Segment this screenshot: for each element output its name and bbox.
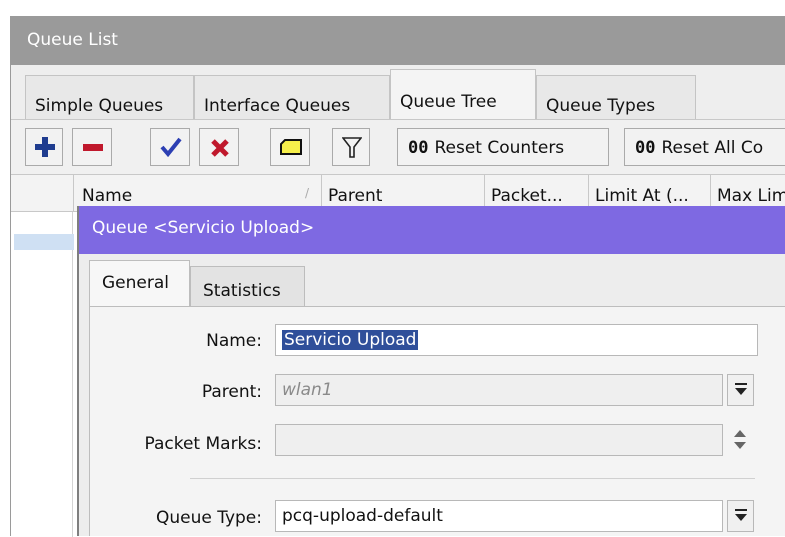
add-button[interactable]: [25, 128, 63, 166]
row-gutter: [11, 212, 73, 537]
parent-label: Parent:: [201, 382, 262, 402]
dialog-title-bar[interactable]: Queue <Servicio Upload>: [79, 206, 785, 254]
name-value: Servicio Upload: [282, 330, 419, 350]
window-title: Queue List: [27, 30, 118, 50]
parent-value: wlan1: [282, 380, 333, 400]
queue-type-dropdown-button[interactable]: [727, 500, 754, 532]
window-title-bar[interactable]: Queue List: [11, 17, 785, 65]
tab-queue-types[interactable]: Queue Types: [536, 75, 696, 119]
tab-label: Queue Types: [546, 96, 656, 116]
filter-button[interactable]: [332, 128, 370, 166]
column-label: Max Lim: [717, 186, 785, 206]
x-icon: [211, 139, 229, 157]
parent-dropdown-button[interactable]: [727, 374, 754, 406]
tab-interface-queues[interactable]: Interface Queues: [194, 75, 390, 119]
up-down-icon: [734, 430, 746, 449]
remove-icon: [83, 144, 103, 151]
remove-button[interactable]: [72, 128, 112, 166]
column-label: Packet...: [491, 186, 563, 206]
packet-marks-spinner[interactable]: [732, 428, 748, 452]
reset-counters-label: Reset Counters: [434, 138, 565, 158]
tab-label: Interface Queues: [204, 96, 351, 116]
selected-row-highlight[interactable]: [14, 234, 74, 250]
reset-counters-button[interactable]: 00 Reset Counters: [397, 128, 609, 166]
parent-field[interactable]: wlan1: [275, 374, 723, 406]
dropdown-icon: [735, 383, 747, 395]
sort-indicator: /: [305, 186, 310, 200]
tab-statistics[interactable]: Statistics: [190, 266, 305, 306]
tab-label: Queue Tree: [400, 92, 497, 112]
column-label: Limit At (...: [595, 186, 689, 206]
column-label: Name: [82, 186, 133, 206]
column-blank: [11, 175, 73, 212]
filter-icon: [342, 137, 362, 158]
reset-counters-prefix: 00: [408, 138, 429, 158]
add-icon: [35, 137, 55, 157]
name-field[interactable]: Servicio Upload: [275, 324, 758, 356]
tab-queue-tree[interactable]: Queue Tree: [390, 69, 536, 119]
queue-type-label: Queue Type:: [155, 508, 262, 528]
reset-all-prefix: 00: [635, 138, 656, 158]
column-label: Parent: [328, 186, 383, 206]
name-label: Name:: [206, 331, 262, 351]
tab-label: General: [102, 273, 169, 293]
dialog-title: Queue <Servicio Upload>: [92, 218, 315, 238]
dropdown-icon: [735, 509, 747, 521]
toolbar: 00 Reset Counters 00 Reset All Co: [11, 119, 785, 174]
queue-type-field[interactable]: pcq-upload-default: [275, 500, 723, 532]
reset-all-label: Reset All Co: [661, 138, 764, 158]
comment-icon: [280, 139, 302, 155]
tab-simple-queues[interactable]: Simple Queues: [25, 75, 194, 119]
disable-button[interactable]: [199, 128, 239, 166]
comment-button[interactable]: [270, 128, 310, 166]
tab-label: Statistics: [203, 281, 281, 301]
enable-button[interactable]: [150, 128, 190, 166]
queue-type-value: pcq-upload-default: [282, 506, 443, 526]
queue-dialog: Queue <Servicio Upload> General Statisti…: [77, 206, 785, 536]
tab-general[interactable]: General: [89, 260, 190, 306]
field-separator: [190, 478, 755, 479]
packet-marks-label: Packet Marks:: [144, 434, 262, 454]
packet-marks-field[interactable]: [275, 424, 723, 456]
check-icon: [160, 137, 182, 157]
tab-label: Simple Queues: [35, 96, 164, 116]
reset-all-counters-button[interactable]: 00 Reset All Co: [624, 128, 785, 166]
